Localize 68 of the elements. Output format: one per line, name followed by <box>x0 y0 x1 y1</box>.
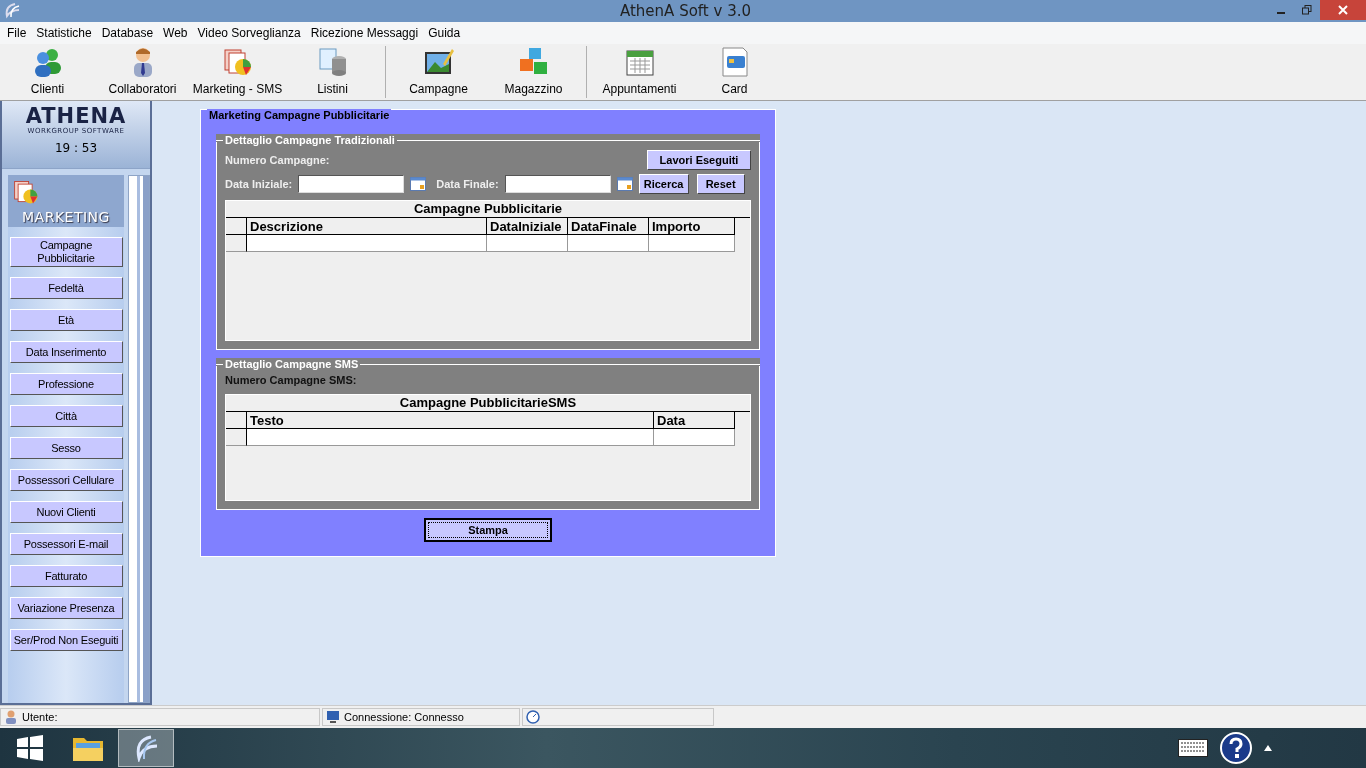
menu-item[interactable]: Database <box>96 26 159 40</box>
keyboard-icon[interactable] <box>1178 739 1208 757</box>
group-title: Dettaglio Campagne SMS <box>223 358 361 371</box>
grid-title: Campagne Pubblicitarie <box>226 201 750 218</box>
toolbar-button[interactable]: Appuntamenti <box>592 44 687 100</box>
sidebar-button[interactable]: Nuovi Clienti <box>9 501 123 523</box>
menu-item[interactable]: Web <box>158 26 193 40</box>
scroll-bar[interactable] <box>128 175 150 703</box>
panel-title: Marketing Campagne Pubblicitarie <box>207 109 392 122</box>
row-header[interactable] <box>226 235 247 252</box>
sidebar-button[interactable]: Sesso <box>9 437 123 459</box>
menu-item[interactable]: Ricezione Messaggi <box>305 26 424 40</box>
sidebar-button[interactable]: Possessori Cellulare <box>9 469 123 491</box>
menu-item[interactable]: Video Sorveglianza <box>192 26 306 40</box>
sidebar-button[interactable]: Ser/Prod Non Eseguiti <box>9 629 123 651</box>
help-icon[interactable] <box>1220 732 1252 764</box>
group-title: Dettaglio Campagne Tradizionali <box>223 134 397 147</box>
taskbar-app[interactable] <box>118 729 174 767</box>
count-label: Numero Campagne: <box>225 154 330 166</box>
toolbar-button[interactable]: Marketing - SMS <box>190 44 285 100</box>
sidebar-button[interactable]: Campagne Pubblicitarie <box>9 237 123 267</box>
end-date-field[interactable] <box>504 175 611 193</box>
sidebar-button[interactable]: Fatturato <box>9 565 123 587</box>
restore-icon <box>1302 5 1312 15</box>
calendar-icon[interactable] <box>616 177 633 191</box>
lavori-button[interactable]: Lavori Eseguiti <box>647 150 751 170</box>
documents-chart-icon <box>221 46 254 78</box>
user-status: Utente: <box>22 711 58 723</box>
close-icon <box>1337 4 1349 16</box>
sidebar-button[interactable]: Variazione Presenza <box>9 597 123 619</box>
field-label: Data Finale: <box>436 178 499 190</box>
toolbar-button[interactable]: Collaboratori <box>95 44 190 100</box>
field-label: Data Iniziale: <box>225 178 293 190</box>
minimize-icon <box>1277 12 1285 14</box>
database-icon <box>316 46 349 78</box>
connection-status: Connessione: Connesso <box>344 711 464 723</box>
menu-item[interactable]: File <box>2 26 32 40</box>
sidebar-button[interactable]: Fedeltà <box>9 277 123 299</box>
toolbar-button[interactable]: Clienti <box>0 44 95 100</box>
calendar-icon[interactable] <box>410 177 427 191</box>
toolbar-button[interactable]: Card <box>687 44 782 100</box>
print-button[interactable]: Stampa <box>424 518 552 542</box>
clock: 19 : 53 <box>54 141 98 155</box>
toolbar-button[interactable]: Magazzino <box>486 44 581 100</box>
toolbar-button[interactable]: Campagne <box>391 44 486 100</box>
sidebar-button[interactable]: Data Inserimento <box>9 341 123 363</box>
toolbar-button[interactable]: Listini <box>285 44 380 100</box>
sidebar-button[interactable]: Età <box>9 309 123 331</box>
windows-logo-icon <box>17 735 43 761</box>
section-title: MARKETING <box>22 209 110 225</box>
caret-up-icon[interactable] <box>1264 745 1272 751</box>
row-header[interactable] <box>226 429 247 446</box>
close-button[interactable] <box>1320 0 1366 20</box>
reset-button[interactable]: Reset <box>696 174 745 194</box>
start-date-field[interactable] <box>298 175 405 193</box>
search-button[interactable]: Ricerca <box>638 174 689 194</box>
window-title: AthenA Soft v 3.0 <box>619 2 752 20</box>
sidebar-button[interactable]: Professione <box>9 373 123 395</box>
sidebar-button[interactable]: Possessori E-mail <box>9 533 123 555</box>
monitor-icon <box>326 710 340 724</box>
grid-title: Campagne PubblicitarieSMS <box>226 395 750 412</box>
menu-item[interactable]: Guida <box>423 26 466 40</box>
user-icon <box>4 710 18 724</box>
count-label: Numero Campagne SMS: <box>225 374 357 386</box>
menu-item[interactable]: Statistiche <box>31 26 97 40</box>
logo-text: ATHENA <box>25 105 127 127</box>
sidebar-button[interactable]: Città <box>9 405 123 427</box>
clock-icon <box>526 710 540 724</box>
